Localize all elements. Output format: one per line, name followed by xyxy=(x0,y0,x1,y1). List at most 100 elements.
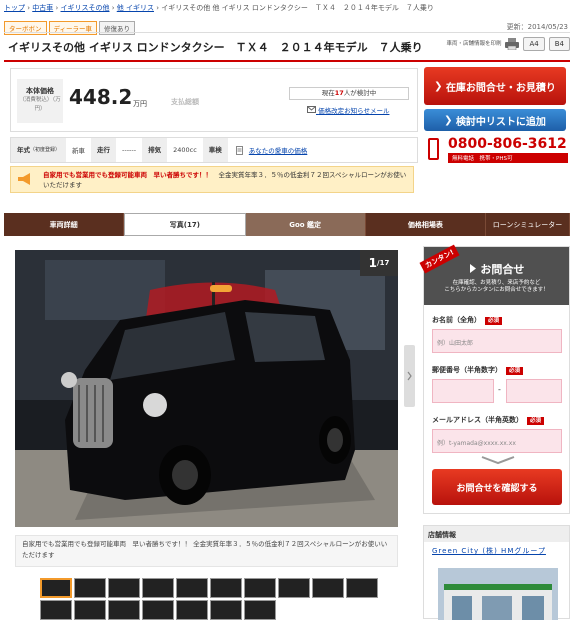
price-label: 本体価格 （消費税込）（万円） xyxy=(17,79,63,123)
print-label: 車両・店舗情報を印刷 xyxy=(446,40,502,47)
required-badge: 必須 xyxy=(506,367,524,375)
tab-photos[interactable]: 写真(17) xyxy=(124,213,246,236)
email-label: メールアドレス（半角英数） 必須 xyxy=(432,415,545,425)
phone-number[interactable]: 0800-806-3612 xyxy=(448,136,567,152)
mileage-value: ------ xyxy=(122,146,137,154)
print-box: 車両・店舗情報を印刷 A4 B4 xyxy=(446,37,570,51)
breadcrumb: トップ › 中古車 › イギリスその他 › 他 イギリス › イギリスその他 他… xyxy=(4,4,434,12)
thumbnail[interactable] xyxy=(40,578,72,598)
photo-counter-total: /17 xyxy=(377,259,390,267)
chevron-right-icon xyxy=(469,264,476,273)
breadcrumb-top[interactable]: トップ xyxy=(4,4,25,12)
thumbnail[interactable] xyxy=(244,578,276,598)
breadcrumb-used-cars[interactable]: 中古車 xyxy=(32,4,53,12)
car-value-link[interactable]: あなたの愛車の価格 xyxy=(243,145,308,155)
name-input[interactable]: 例）山田太郎 xyxy=(432,329,562,353)
thumbnail[interactable] xyxy=(210,600,242,620)
name-label: お名前（全角） 必須 xyxy=(432,315,503,325)
confirm-inquiry-button[interactable]: お問合せを確認する xyxy=(432,469,562,505)
notice-banner: 自家用でも営業用でも登録可能車両 早い者勝ちです！！ 全金実質年率３．５％の低金… xyxy=(10,166,414,193)
taxi-photo-image xyxy=(15,250,398,527)
price-alert-link[interactable]: 価格改定お知らせメール xyxy=(307,105,389,115)
tab-vehicle-details[interactable]: 車両詳細 xyxy=(4,213,125,236)
inquiry-button-label: 在庫お問合せ・お見積り xyxy=(445,82,556,94)
price-value: 448.2 xyxy=(69,85,133,109)
photo-counter: 1/17 xyxy=(360,250,398,276)
print-a4-button[interactable]: A4 xyxy=(523,37,545,51)
page-title: イギリスその他 イギリス ロンドンタクシー ＴＸ４ ２０１４年モデル ７人乗り xyxy=(8,41,423,54)
price-unit: 万円 xyxy=(133,100,147,108)
breadcrumb-uk[interactable]: 他 イギリス xyxy=(117,4,154,12)
email-input[interactable]: 例）t-yamada@xxxx.xx.xx xyxy=(432,429,562,453)
thumbnail[interactable] xyxy=(108,600,140,620)
form-title-text: お問合せ xyxy=(480,263,525,276)
thumbnail[interactable] xyxy=(176,578,208,598)
zip-label: 郵便番号（半角数字） 必須 xyxy=(432,365,524,375)
document-icon xyxy=(235,145,243,155)
notice-bold: 自家用でも営業用でも登録可能車両 早い者勝ちです！！ xyxy=(43,171,212,179)
thumbnail-strip xyxy=(40,578,380,620)
thumbnail[interactable] xyxy=(244,600,276,620)
print-b4-button[interactable]: B4 xyxy=(548,37,570,51)
total-price-label: 支払総額 xyxy=(171,98,199,106)
thumbnail[interactable] xyxy=(278,578,310,598)
form-title: お問合せ xyxy=(424,261,569,277)
tab-goo-appraisal[interactable]: Goo 鑑定 xyxy=(245,213,366,236)
year-sublabel: （初度登録） xyxy=(30,147,61,153)
required-badge: 必須 xyxy=(527,417,545,425)
main-photo[interactable]: 1/17 xyxy=(15,250,398,527)
mail-icon xyxy=(307,106,316,113)
required-badge: 必須 xyxy=(485,317,503,325)
thumbnail[interactable] xyxy=(142,578,174,598)
thumbnail[interactable] xyxy=(40,600,72,620)
wishlist-button[interactable]: ❯ 検討中リストに追加 xyxy=(424,109,566,131)
thumbnail[interactable] xyxy=(142,600,174,620)
zip-separator: - xyxy=(498,385,501,394)
thumbnail[interactable] xyxy=(176,600,208,620)
inquiry-button[interactable]: ❯ 在庫お問合せ・お見積り xyxy=(424,67,566,105)
form-subtitle: 在庫確認、お見積り、来店予約など こちらからカンタンにお問合せできます！ xyxy=(444,280,549,293)
store-header: 店舗情報 xyxy=(424,526,569,542)
thumbnail[interactable] xyxy=(74,578,106,598)
year-label: 年式 （初度登録） xyxy=(11,138,67,162)
year-value: 新車 xyxy=(72,147,86,155)
printer-icon xyxy=(505,38,520,50)
store-photo xyxy=(438,568,558,620)
price-label-text: 本体価格 xyxy=(26,87,54,95)
thumbnail[interactable] xyxy=(74,600,106,620)
tab-price-chart[interactable]: 価格相場表 xyxy=(366,213,486,236)
name-label-text: お名前（全角） xyxy=(432,316,481,324)
year-label-text: 年式 xyxy=(17,146,30,154)
photo-caption: 自家用でも営業用でも登録可能車両 早い者勝ちです！！ 全金実質年率３．５％の低金… xyxy=(15,535,398,567)
tab-bar: 車両詳細 写真(17) Goo 鑑定 価格相場表 ローンシミュレーター xyxy=(4,213,570,236)
thumbnail[interactable] xyxy=(210,578,242,598)
inspection-label: 車検 xyxy=(202,138,228,162)
thumbnail[interactable] xyxy=(312,578,344,598)
price-box: 本体価格 （消費税込）（万円） 448.2 万円 支払総額 現在17人が検討中 価… xyxy=(10,68,418,132)
engine-label: 排気 xyxy=(142,138,168,162)
price-sublabel: （消費税込）（万円） xyxy=(19,97,61,112)
chevron-down-icon xyxy=(481,456,515,465)
store-name-link[interactable]: Green City (株) HMグループ xyxy=(424,542,569,556)
zip-first-input[interactable] xyxy=(432,379,494,403)
viewing-number: 17 xyxy=(334,89,344,97)
title-bar: イギリスその他 イギリス ロンドンタクシー ＴＸ４ ２０１４年モデル ７人乗り … xyxy=(4,32,570,62)
mileage-label: 走行 xyxy=(91,138,117,162)
thumbnail[interactable] xyxy=(346,578,378,598)
breadcrumb-current: イギリスその他 他 イギリス ロンドンタクシー ＴＸ４ ２０１４年モデル ７人乗… xyxy=(161,4,434,12)
thumbnail[interactable] xyxy=(108,578,140,598)
breadcrumb-uk-other[interactable]: イギリスその他 xyxy=(61,4,110,12)
viewing-prefix: 現在 xyxy=(321,89,335,97)
next-photo-button[interactable] xyxy=(404,345,415,407)
zip-second-input[interactable] xyxy=(506,379,562,403)
chevron-right-icon xyxy=(407,371,412,381)
phone-block: 0800-806-3612 無料電話 携帯・PHS可 xyxy=(428,136,568,166)
phone-caption: 無料電話 携帯・PHS可 xyxy=(448,153,568,163)
viewing-suffix: 人が検討中 xyxy=(343,89,377,97)
store-info: 店舗情報 Green City (株) HMグループ xyxy=(423,525,570,620)
inquiry-form: お問合せ 在庫確認、お見積り、来店予約など こちらからカンタンにお問合せできます… xyxy=(419,244,570,514)
price-alert-text: 価格改定お知らせメール xyxy=(318,107,390,115)
spec-row: 年式 （初度登録） 新車 走行 ------ 排気 2400cc 車検 あなたの愛… xyxy=(10,137,418,163)
tab-loan-simulator[interactable]: ローンシミュレーター xyxy=(486,213,570,236)
engine-value: 2400cc xyxy=(173,146,197,154)
